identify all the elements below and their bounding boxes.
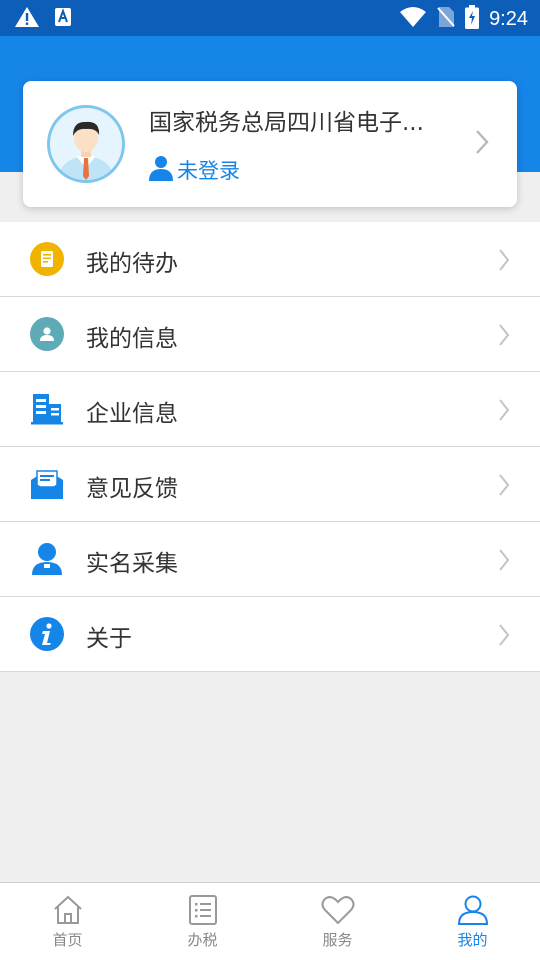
- status-time: 9:24: [489, 8, 528, 30]
- menu-label-company-info: 企业信息: [86, 401, 178, 427]
- building-icon: [30, 392, 64, 426]
- home-icon: [53, 895, 83, 929]
- chevron-right-icon: [498, 473, 510, 501]
- profile-icon: [457, 895, 489, 929]
- org-name: 国家税务总局四川省电子...: [149, 110, 424, 136]
- person-icon: [30, 542, 64, 576]
- login-status: 未登录: [177, 159, 240, 183]
- battery-charging-icon: [465, 5, 480, 33]
- chevron-right-icon: [498, 323, 510, 351]
- no-sim-icon: [437, 6, 455, 32]
- chevron-right-icon: [498, 548, 510, 576]
- menu-list: 我的待办 我的信息 企业信息 意见反馈 实名采集 关于: [0, 222, 540, 672]
- avatar: [47, 105, 125, 183]
- user-info-icon: [30, 317, 64, 351]
- menu-label-realname: 实名采集: [86, 551, 178, 577]
- warning-icon: [14, 6, 40, 32]
- info-icon: [30, 617, 64, 651]
- login-row[interactable]: 未登录: [149, 155, 240, 185]
- chevron-right-icon: [498, 248, 510, 276]
- profile-card[interactable]: 国家税务总局四川省电子... 未登录: [23, 81, 517, 207]
- nav-label-service: 服务: [322, 931, 353, 949]
- menu-item-realname[interactable]: 实名采集: [0, 522, 540, 597]
- feedback-mail-icon: [30, 467, 64, 501]
- menu-label-my-info: 我的信息: [86, 326, 178, 352]
- chevron-right-icon: [498, 623, 510, 651]
- list-icon: [188, 895, 218, 929]
- status-bar: 9:24: [0, 0, 540, 36]
- nav-item-mine[interactable]: 我的: [405, 883, 540, 960]
- menu-item-feedback[interactable]: 意见反馈: [0, 447, 540, 522]
- nav-label-home: 首页: [52, 931, 83, 949]
- nav-label-mine: 我的: [457, 931, 488, 949]
- menu-item-todo[interactable]: 我的待办: [0, 222, 540, 297]
- user-icon: [149, 155, 173, 185]
- menu-label-feedback: 意见反馈: [86, 476, 178, 502]
- nav-item-tax[interactable]: 办税: [135, 883, 270, 960]
- menu-item-company-info[interactable]: 企业信息: [0, 372, 540, 447]
- menu-label-about: 关于: [86, 626, 132, 652]
- wifi-icon: [399, 6, 427, 32]
- nav-item-service[interactable]: 服务: [270, 883, 405, 960]
- a-app-icon: [54, 7, 72, 31]
- chevron-right-icon: [498, 398, 510, 426]
- nav-item-home[interactable]: 首页: [0, 883, 135, 960]
- bottom-nav: 首页 办税 服务 我的: [0, 882, 540, 960]
- chevron-right-icon: [475, 129, 489, 159]
- menu-label-todo: 我的待办: [86, 251, 178, 277]
- nav-label-tax: 办税: [187, 931, 218, 949]
- todo-icon: [30, 242, 64, 276]
- menu-item-about[interactable]: 关于: [0, 597, 540, 672]
- menu-item-my-info[interactable]: 我的信息: [0, 297, 540, 372]
- heart-icon: [321, 895, 355, 929]
